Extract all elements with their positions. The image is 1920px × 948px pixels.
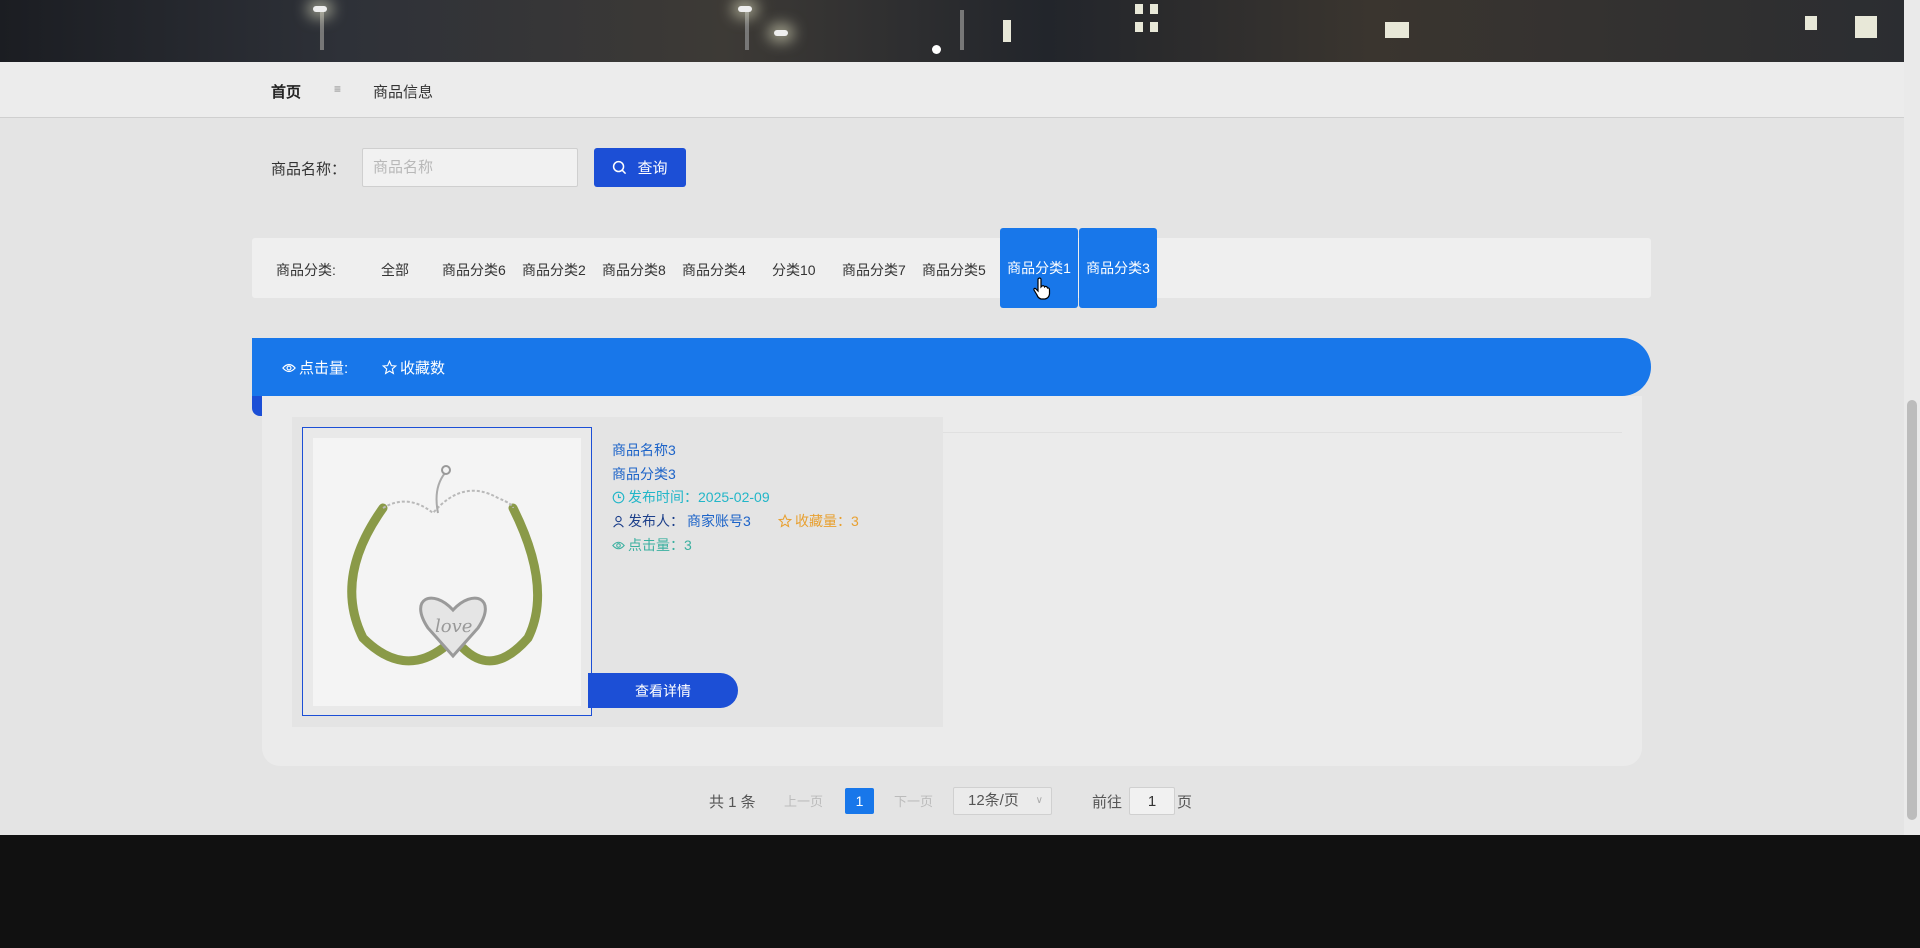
banner-light <box>774 30 788 36</box>
banner-window <box>1135 22 1143 32</box>
banner-window <box>1003 20 1011 42</box>
banner-window <box>1385 22 1409 38</box>
footer <box>0 835 1920 948</box>
pagination-prev-button[interactable]: 上一页 <box>784 791 823 819</box>
svg-text:love: love <box>435 616 472 637</box>
category-item[interactable]: 商品分类5 <box>922 260 986 280</box>
banner-window <box>1855 16 1877 38</box>
category-item[interactable]: 分类10 <box>772 260 816 280</box>
breadcrumb-separator-icon: ≡ <box>334 82 342 96</box>
banner-window <box>1150 4 1158 14</box>
pagination-next-button[interactable]: 下一页 <box>894 791 933 819</box>
category-item-all[interactable]: 全部 <box>381 260 409 280</box>
banner-window <box>1150 22 1158 32</box>
product-category: 商品分类3 <box>612 466 676 482</box>
publisher-label: 发布人： <box>628 513 684 529</box>
category-item[interactable]: 商品分类2 <box>522 260 586 280</box>
category-item[interactable]: 商品分类6 <box>442 260 506 280</box>
favorites-count: 收藏量：3 <box>778 511 859 531</box>
search-button-label: 查询 <box>637 160 668 177</box>
breadcrumb-current: 商品信息 <box>373 84 434 101</box>
category-item[interactable]: 商品分类8 <box>602 260 666 280</box>
scrollbar-thumb[interactable] <box>1907 400 1917 820</box>
banner-lamp <box>745 10 749 50</box>
breadcrumb: 首页 ≡ 商品信息 <box>0 62 1904 118</box>
product-name-link[interactable]: 商品名称3 <box>612 440 676 460</box>
user-icon <box>613 515 624 528</box>
hand-cursor-icon <box>1033 277 1051 300</box>
banner-carousel[interactable] <box>0 0 1904 62</box>
search-icon <box>613 160 627 175</box>
clock-icon <box>612 491 625 503</box>
favorites-count-text: 收藏量：3 <box>795 513 859 529</box>
eye-icon <box>282 363 296 372</box>
sort-bar-decoration <box>252 396 262 416</box>
banner-light <box>313 6 327 12</box>
breadcrumb-home[interactable]: 首页 <box>271 81 301 102</box>
product-name-search-input[interactable] <box>362 148 578 187</box>
sort-bar: 点击量: 收藏数 <box>252 338 1651 416</box>
search-button[interactable]: 查询 <box>594 148 686 187</box>
click-count: 点击量：3 <box>612 535 692 555</box>
pagination-goto-input[interactable] <box>1129 787 1175 815</box>
publisher-name: 商家账号3 <box>687 513 751 529</box>
publisher: 发布人： 商家账号3 <box>612 511 751 531</box>
chevron-down-icon: ∨ <box>1035 795 1043 806</box>
category-item[interactable]: 商品分类7 <box>842 260 906 280</box>
banner-window <box>1805 16 1817 30</box>
pagination-total: 共 1 条 <box>709 794 756 811</box>
star-icon <box>778 514 792 528</box>
banner-window <box>1135 4 1143 14</box>
pagination-page-suffix: 页 <box>1177 794 1193 811</box>
banner-light <box>738 6 752 12</box>
sort-by-favorites[interactable]: 收藏数 <box>382 357 445 378</box>
product-image[interactable]: love <box>302 427 592 716</box>
bracelet-image: love <box>347 465 543 666</box>
category-item-active[interactable]: 商品分类3 <box>1079 228 1157 308</box>
search-label: 商品名称： <box>271 161 347 178</box>
sort-by-favorites-label: 收藏数 <box>400 360 446 377</box>
star-icon <box>382 360 397 375</box>
eye-icon <box>612 541 625 549</box>
banner-lamp <box>960 10 964 50</box>
scrollbar[interactable] <box>1904 0 1920 835</box>
divider <box>942 432 1622 433</box>
publish-time: 发布时间：2025-02-09 <box>612 487 770 507</box>
carousel-indicator-dot[interactable] <box>932 45 941 54</box>
page-size-select[interactable]: 12条/页 ∨ <box>953 787 1052 815</box>
pagination-page-1[interactable]: 1 <box>845 788 874 814</box>
publish-time-text: 发布时间：2025-02-09 <box>628 489 770 505</box>
sort-by-clicks[interactable]: 点击量: <box>282 357 348 378</box>
sort-by-clicks-label: 点击量: <box>299 360 349 377</box>
page-size-value: 12条/页 <box>968 792 1019 809</box>
banner-lamp <box>320 10 324 50</box>
view-details-button[interactable]: 查看详情 <box>588 673 738 708</box>
category-filter-label: 商品分类: <box>276 262 336 278</box>
category-item[interactable]: 商品分类4 <box>682 260 746 280</box>
click-count-text: 点击量：3 <box>628 537 692 553</box>
pagination-goto-label: 前往 <box>1092 794 1123 811</box>
product-image-bracelet: love <box>313 438 581 706</box>
